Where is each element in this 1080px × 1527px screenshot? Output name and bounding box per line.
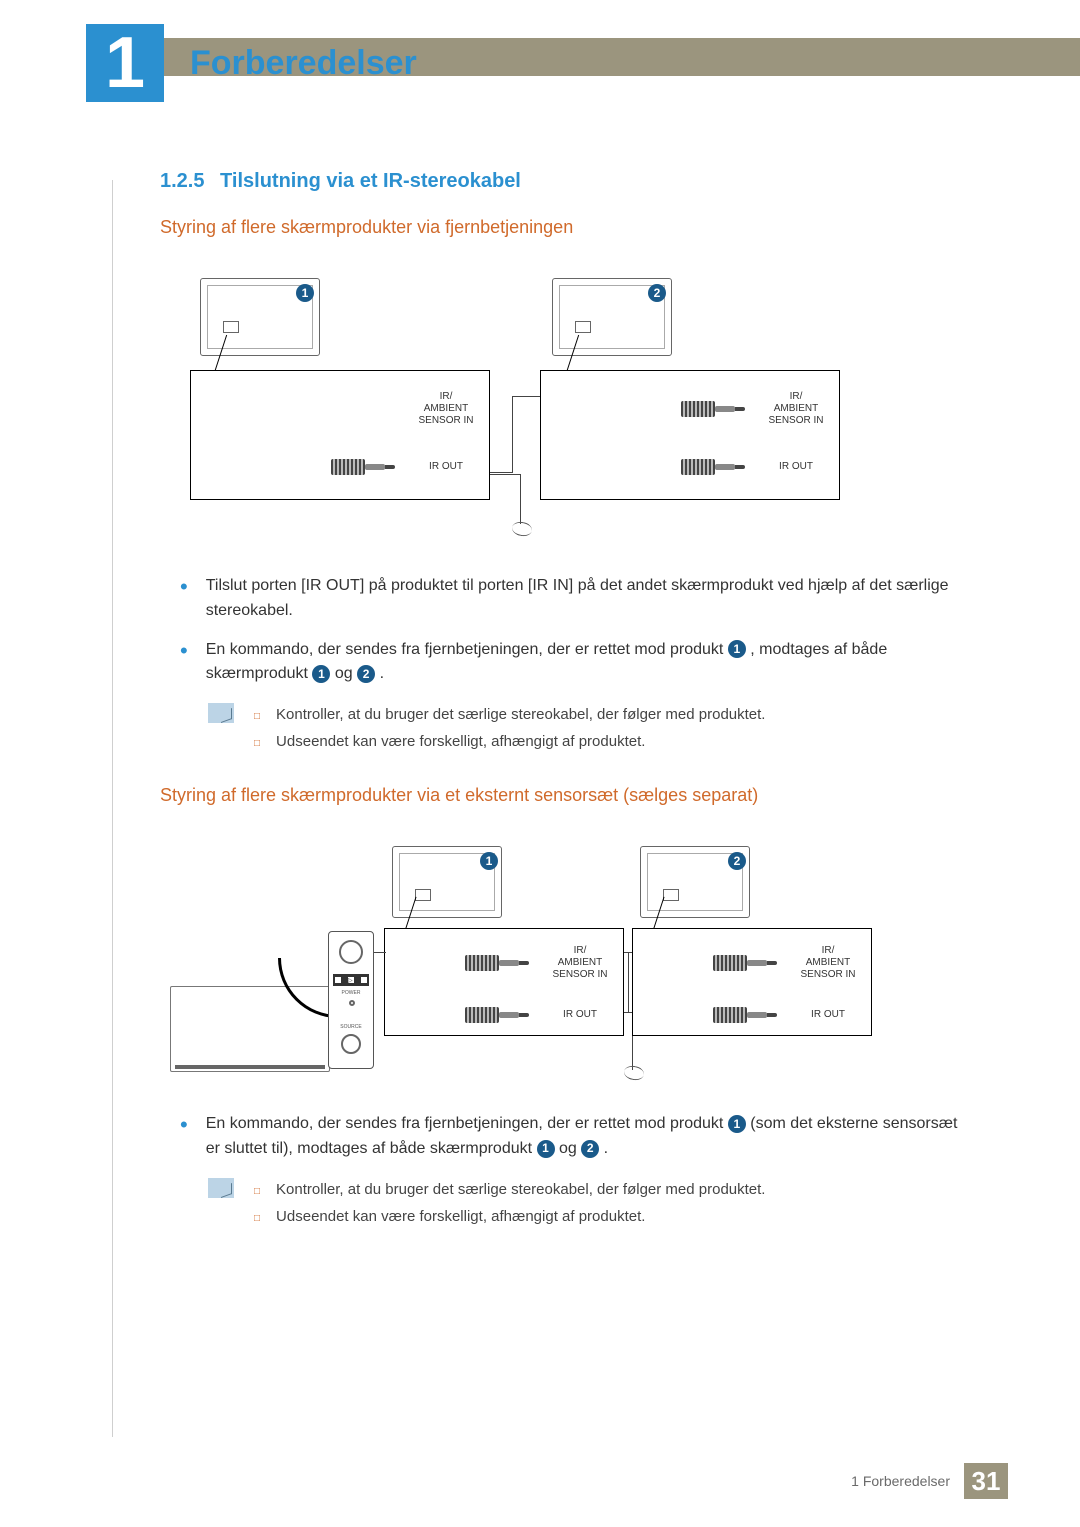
subsection-1-title: Styring af flere skærmprodukter via fjer…	[160, 217, 970, 238]
port-label-ir-in: IR/ AMBIENT SENSOR IN	[797, 945, 859, 981]
bullet-text: Tilslut porten [IR OUT] på produktet til…	[206, 574, 970, 624]
cable-segment	[512, 396, 513, 473]
cable-segment	[628, 952, 629, 1012]
callout-badge-1: 1	[296, 284, 314, 302]
chapter-number-badge: 1	[86, 24, 164, 102]
note-marker: □	[254, 1183, 260, 1203]
bullet-marker: •	[180, 578, 188, 624]
remote-label-power: POWER	[329, 990, 373, 996]
subsection-2-title: Styring af flere skærmprodukter via et e…	[160, 785, 970, 806]
port-label-ir-in: IR/ AMBIENT SENSOR IN	[765, 391, 827, 427]
port-label-ir-in: IR/ AMBIENT SENSOR IN	[549, 945, 611, 981]
note-block: □ Kontroller, at du bruger det særlige s…	[208, 701, 970, 755]
bullet-text: En kommando, der sendes fra fjernbetjeni…	[206, 1112, 970, 1162]
inline-badge-1: 1	[312, 665, 330, 683]
port-label-ir-out: IR OUT	[797, 1009, 859, 1021]
port-panel-1: IR/ AMBIENT SENSOR IN IR OUT	[190, 370, 490, 500]
note-marker: □	[254, 1210, 260, 1230]
chapter-number: 1	[86, 24, 164, 102]
subsection-2-body: • En kommando, der sendes fra fjernbetje…	[180, 1112, 970, 1230]
cable-segment	[490, 472, 512, 473]
port-panel-2: IR/ AMBIENT SENSOR IN IR OUT	[632, 928, 872, 1036]
stereo-plug-icon	[713, 1006, 783, 1024]
bullet-item: • Tilslut porten [IR OUT] på produktet t…	[180, 574, 970, 624]
note-text: Kontroller, at du bruger det særlige ste…	[276, 1176, 765, 1203]
note-text: Kontroller, at du bruger det særlige ste…	[276, 701, 765, 728]
stereo-plug-icon	[681, 458, 751, 476]
cable-continuation-icon	[623, 1065, 645, 1082]
chapter-title: Forberedelser	[190, 44, 417, 83]
page-footer: 1 Forberedelser 31	[851, 1463, 1008, 1499]
page-content: 1.2.5 Tilslutning via et IR-stereokabel …	[0, 110, 1080, 1230]
remote-control-icon: ▷ POWER SOURCE	[328, 931, 374, 1069]
callout-badge-2: 2	[648, 284, 666, 302]
port-label-ir-out: IR OUT	[415, 461, 477, 473]
page-number: 31	[964, 1463, 1008, 1499]
subsection-1-body: • Tilslut porten [IR OUT] på produktet t…	[180, 574, 970, 755]
remote-label-source: SOURCE	[329, 1024, 373, 1030]
note-block: □ Kontroller, at du bruger det særlige s…	[208, 1176, 970, 1230]
inline-badge-1: 1	[728, 1115, 746, 1133]
diagram-ir-cable-direct: 1 2 IR/ AMBIENT SENSOR IN IR OUT IR/ AMB…	[190, 278, 840, 538]
cable-segment	[490, 474, 520, 475]
port-label-ir-out: IR OUT	[549, 1009, 611, 1021]
left-margin-rule	[112, 180, 113, 1437]
cable-segment	[512, 396, 540, 397]
stereo-plug-icon	[331, 458, 401, 476]
diagram-external-sensor-kit: ▷ POWER SOURCE 1 2 IR/ AMBIENT SENSOR IN…	[170, 846, 900, 1076]
port-label-ir-out: IR OUT	[765, 461, 827, 473]
note-item: □ Udseendet kan være forskelligt, afhæng…	[254, 728, 970, 755]
cable-segment	[520, 474, 521, 524]
note-item: □ Kontroller, at du bruger det særlige s…	[254, 701, 970, 728]
bullet-item: • En kommando, der sendes fra fjernbetje…	[180, 638, 970, 688]
stereo-plug-icon	[681, 400, 751, 418]
inline-badge-2: 2	[581, 1140, 599, 1158]
cable-segment	[624, 952, 632, 953]
note-text: Udseendet kan være forskelligt, afhængig…	[276, 1203, 645, 1230]
bullet-marker: •	[180, 1116, 188, 1162]
section-title: Tilslutning via et IR-stereokabel	[220, 170, 521, 192]
inline-badge-2: 2	[357, 665, 375, 683]
note-icon	[208, 1178, 234, 1198]
note-text: Udseendet kan være forskelligt, afhængig…	[276, 728, 645, 755]
note-marker: □	[254, 708, 260, 728]
stereo-plug-icon	[465, 1006, 535, 1024]
page-header: 1 Forberedelser	[0, 0, 1080, 110]
port-panel-1: IR/ AMBIENT SENSOR IN IR OUT	[384, 928, 624, 1036]
footer-chapter-label: 1 Forberedelser	[851, 1473, 950, 1489]
bullet-marker: •	[180, 642, 188, 688]
section-heading: 1.2.5 Tilslutning via et IR-stereokabel	[160, 170, 970, 193]
cable-segment	[624, 1012, 632, 1013]
section-number: 1.2.5	[160, 170, 204, 192]
port-label-ir-in: IR/ AMBIENT SENSOR IN	[415, 391, 477, 427]
inline-badge-1: 1	[537, 1140, 555, 1158]
inline-badge-1: 1	[728, 640, 746, 658]
note-icon	[208, 703, 234, 723]
note-item: □ Udseendet kan være forskelligt, afhæng…	[254, 1203, 970, 1230]
cable-continuation-icon	[511, 520, 533, 537]
bullet-item: • En kommando, der sendes fra fjernbetje…	[180, 1112, 970, 1162]
stereo-plug-icon	[713, 954, 783, 972]
note-marker: □	[254, 735, 260, 755]
cable-segment	[374, 952, 386, 953]
note-item: □ Kontroller, at du bruger det særlige s…	[254, 1176, 970, 1203]
stereo-plug-icon	[465, 954, 535, 972]
bullet-text: En kommando, der sendes fra fjernbetjeni…	[206, 638, 970, 688]
port-panel-2: IR/ AMBIENT SENSOR IN IR OUT	[540, 370, 840, 500]
